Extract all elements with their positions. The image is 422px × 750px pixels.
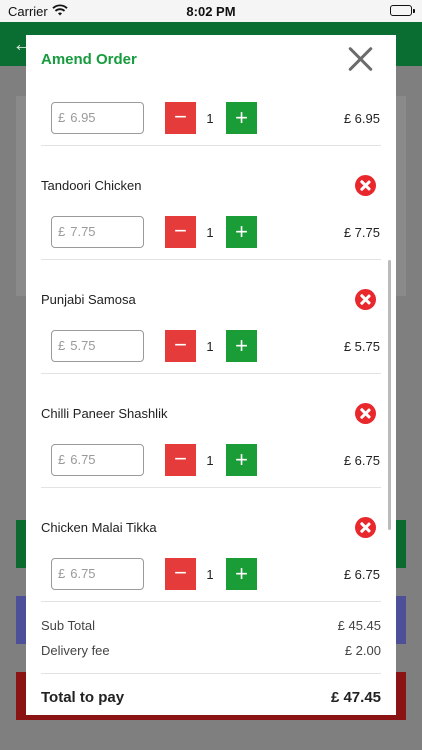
minus-icon: − bbox=[174, 332, 187, 357]
line-total: £ 7.75 bbox=[343, 225, 380, 240]
total-row: Total to pay £ 47.45 bbox=[41, 689, 381, 706]
order-item: Tandoori Chicken £7.75 − 1 + £ 7.75 bbox=[26, 146, 396, 260]
order-item: Chicken Malai Tikka £6.75 − 1 + £ 6.75 bbox=[26, 488, 396, 602]
plus-icon: + bbox=[235, 219, 248, 244]
order-items-list: £6.95 − 1 + £ 6.95 Tandoori Chicken £7.7… bbox=[26, 87, 396, 715]
increase-quantity-button[interactable]: + bbox=[226, 558, 257, 590]
increase-quantity-button[interactable]: + bbox=[226, 216, 257, 248]
plus-icon: + bbox=[235, 561, 248, 586]
increase-quantity-button[interactable]: + bbox=[226, 444, 257, 476]
order-items-scroll[interactable]: £6.95 − 1 + £ 6.95 Tandoori Chicken £7.7… bbox=[26, 87, 396, 715]
decrease-quantity-button[interactable]: − bbox=[165, 444, 196, 476]
decrease-quantity-button[interactable]: − bbox=[165, 216, 196, 248]
price-input[interactable]: £6.75 bbox=[51, 444, 144, 476]
minus-icon: − bbox=[174, 560, 187, 585]
scrollbar[interactable] bbox=[388, 260, 391, 530]
minus-icon: − bbox=[174, 218, 187, 243]
decrease-quantity-button[interactable]: − bbox=[165, 558, 196, 590]
order-item: £6.95 − 1 + £ 6.95 bbox=[26, 87, 396, 146]
divider bbox=[41, 673, 381, 674]
subtotal-value: £ 45.45 bbox=[337, 618, 381, 633]
line-total: £ 5.75 bbox=[343, 339, 380, 354]
minus-icon: − bbox=[174, 446, 187, 471]
quantity-value: 1 bbox=[206, 567, 214, 582]
decrease-quantity-button[interactable]: − bbox=[165, 330, 196, 362]
remove-item-icon[interactable] bbox=[355, 289, 376, 310]
close-icon[interactable] bbox=[346, 45, 374, 73]
line-total: £ 6.75 bbox=[343, 453, 380, 468]
modal-title: Amend Order bbox=[41, 51, 137, 68]
delivery-fee-label: Delivery fee bbox=[41, 643, 110, 658]
order-item: Punjabi Samosa £5.75 − 1 + £ 5.75 bbox=[26, 260, 396, 374]
battery-icon bbox=[390, 5, 415, 16]
item-name: Tandoori Chicken bbox=[41, 178, 142, 193]
modal-header: Amend Order bbox=[26, 35, 396, 87]
clock: 8:02 PM bbox=[186, 4, 236, 19]
total-value: £ 47.45 bbox=[330, 689, 381, 706]
quantity-value: 1 bbox=[206, 453, 214, 468]
plus-icon: + bbox=[235, 105, 248, 130]
subtotal-row: Sub Total £ 45.45 bbox=[41, 618, 381, 633]
status-bar: Carrier 8:02 PM bbox=[0, 0, 422, 22]
total-label: Total to pay bbox=[41, 689, 125, 706]
price-input[interactable]: £6.95 bbox=[51, 102, 144, 134]
delivery-fee-value: £ 2.00 bbox=[344, 643, 381, 658]
remove-item-icon[interactable] bbox=[355, 403, 376, 424]
increase-quantity-button[interactable]: + bbox=[226, 102, 257, 134]
quantity-value: 1 bbox=[206, 111, 214, 126]
item-name: Chicken Malai Tikka bbox=[41, 520, 157, 535]
plus-icon: + bbox=[235, 447, 248, 472]
price-input[interactable]: £5.75 bbox=[51, 330, 144, 362]
item-name: Punjabi Samosa bbox=[41, 292, 136, 307]
line-total: £ 6.95 bbox=[343, 111, 380, 126]
plus-icon: + bbox=[235, 333, 248, 358]
quantity-value: 1 bbox=[206, 225, 214, 240]
price-input[interactable]: £7.75 bbox=[51, 216, 144, 248]
amend-order-modal: Amend Order £6.95 − 1 + £ 6.95 Tandoori … bbox=[26, 35, 396, 715]
minus-icon: − bbox=[174, 104, 187, 129]
subtotal-label: Sub Total bbox=[41, 618, 95, 633]
line-total: £ 6.75 bbox=[343, 567, 380, 582]
item-name: Chilli Paneer Shashlik bbox=[41, 406, 168, 421]
remove-item-icon[interactable] bbox=[355, 517, 376, 538]
remove-item-icon[interactable] bbox=[355, 175, 376, 196]
decrease-quantity-button[interactable]: − bbox=[165, 102, 196, 134]
order-item: Chilli Paneer Shashlik £6.75 − 1 + £ 6.7… bbox=[26, 374, 396, 488]
price-input[interactable]: £6.75 bbox=[51, 558, 144, 590]
order-summary: Sub Total £ 45.45 Delivery fee £ 2.00 To… bbox=[26, 602, 396, 715]
quantity-value: 1 bbox=[206, 339, 214, 354]
increase-quantity-button[interactable]: + bbox=[226, 330, 257, 362]
delivery-fee-row: Delivery fee £ 2.00 bbox=[41, 643, 381, 658]
